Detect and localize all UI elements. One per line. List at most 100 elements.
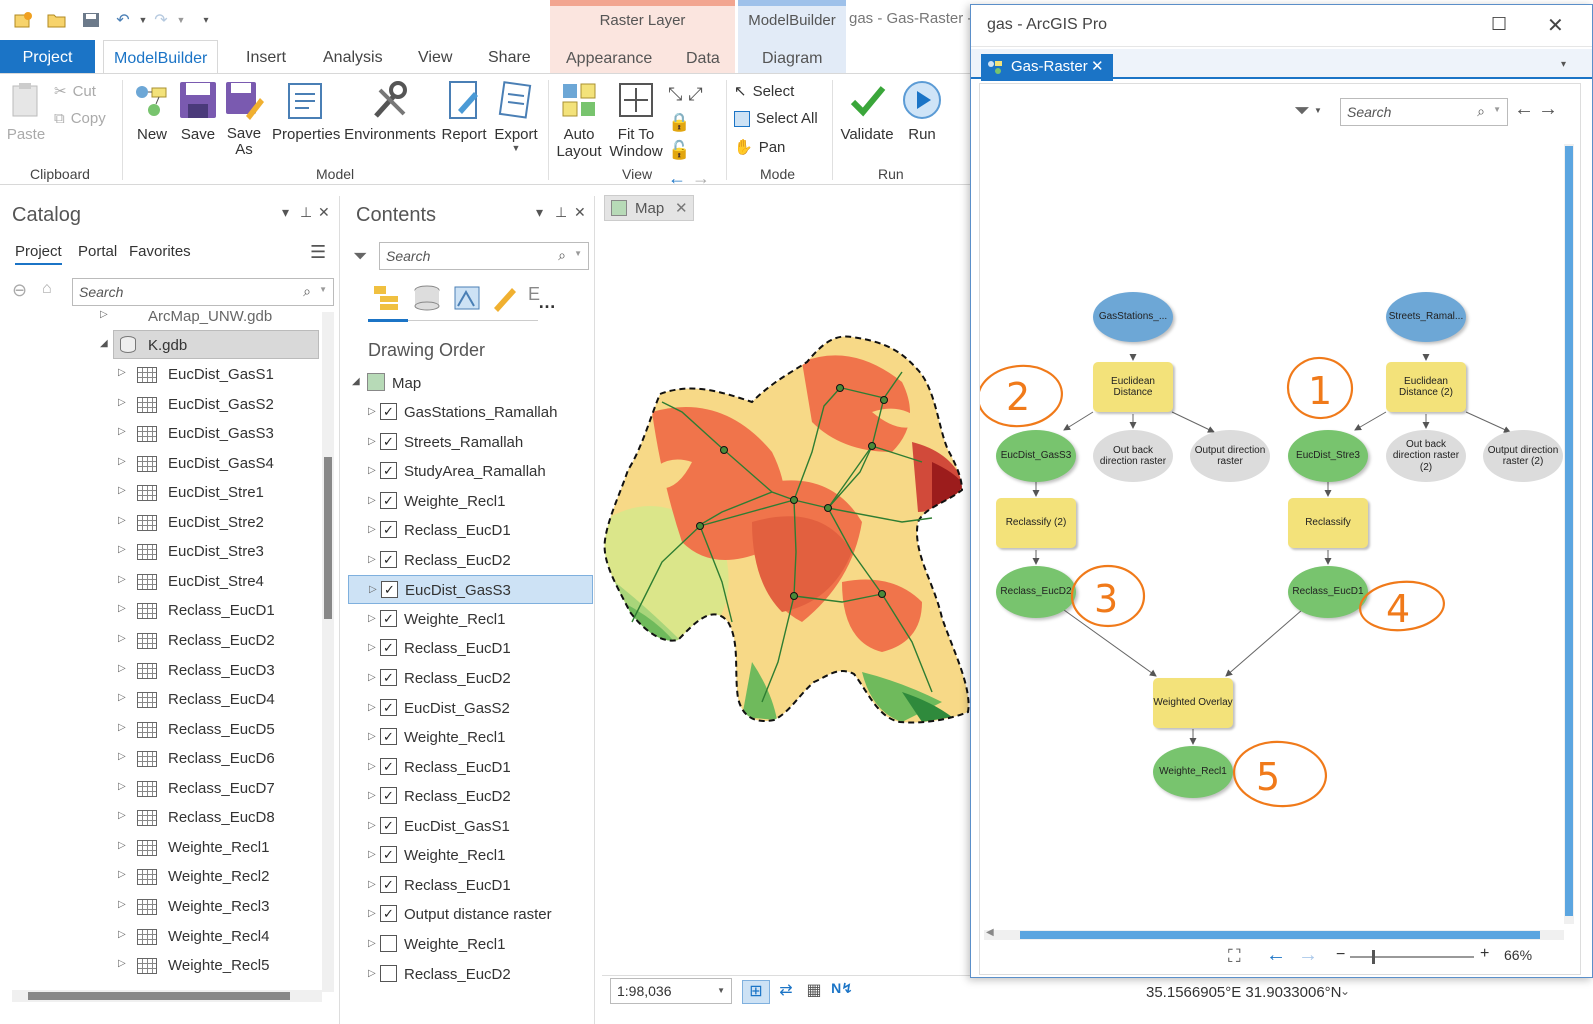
expand-icon[interactable]: ▷: [118, 929, 126, 940]
expand-icon[interactable]: ▷: [118, 544, 126, 555]
catalog-item[interactable]: ▷ Weighte_Recl2: [0, 862, 322, 891]
search-icon[interactable]: ⌕: [558, 247, 566, 264]
new-model-button[interactable]: New: [130, 80, 174, 143]
canvas-vertical-scrollbar[interactable]: [1564, 144, 1574, 924]
expand-icon[interactable]: ▷: [368, 406, 376, 417]
tab-insert[interactable]: Insert: [236, 40, 296, 73]
layer-row[interactable]: ▷ ✓ Streets_Ramallah: [348, 428, 593, 457]
unlock-icon[interactable]: 🔓: [668, 140, 696, 160]
close-tab-icon[interactable]: ✕: [1091, 57, 1104, 75]
scrollbar-thumb[interactable]: [1565, 146, 1573, 916]
expand-icon[interactable]: ▷: [118, 869, 126, 880]
catalog-tab-portal[interactable]: Portal: [78, 243, 117, 260]
layer-visibility-checkbox[interactable]: ✓: [380, 609, 397, 627]
layer-visibility-checkbox[interactable]: ✓: [381, 581, 398, 599]
tab-list-icon[interactable]: ▾: [1561, 59, 1566, 70]
catalog-horizontal-scrollbar[interactable]: [12, 990, 322, 1002]
pane-menu-icon[interactable]: ▾: [282, 204, 289, 221]
expand-icon[interactable]: ▷: [368, 790, 376, 801]
zoom-in-icon[interactable]: +: [1480, 945, 1489, 963]
layer-visibility-checkbox[interactable]: [380, 934, 397, 952]
layer-visibility-checkbox[interactable]: ✓: [380, 846, 397, 864]
layer-row[interactable]: ▷ ✓ Output distance raster: [348, 900, 593, 929]
layer-visibility-checkbox[interactable]: ✓: [380, 521, 397, 539]
layer-row[interactable]: ▷ ✓ Reclass_EucD2: [348, 782, 593, 811]
expand-icon[interactable]: ▷: [368, 849, 376, 860]
catalog-item[interactable]: ▷ Reclass_EucD4: [0, 685, 322, 714]
expand-icon[interactable]: ▷: [118, 515, 126, 526]
expand-icon[interactable]: ▷: [118, 899, 126, 910]
home-icon[interactable]: ⌂: [42, 280, 52, 298]
expand-icon[interactable]: ▷: [118, 456, 126, 467]
layer-row[interactable]: ▷ ✓ Weighte_Recl1: [348, 605, 593, 634]
expand-icon[interactable]: ▷: [118, 692, 126, 703]
catalog-item[interactable]: ▷ EucDist_GasS4: [0, 449, 322, 478]
expand-icon[interactable]: ▷: [118, 633, 126, 644]
layer-visibility-checkbox[interactable]: ✓: [380, 668, 397, 686]
catalog-item[interactable]: ▷ Weighte_Recl5: [0, 951, 322, 980]
catalog-item[interactable]: ▷ EucDist_Stre2: [0, 508, 322, 537]
expand-icon[interactable]: ▷: [118, 781, 126, 792]
layer-row[interactable]: ▷ ✓ Reclass_EucD2: [348, 546, 593, 575]
layer-row[interactable]: ▷ ✓ Reclass_EucD1: [348, 634, 593, 663]
layer-visibility-checkbox[interactable]: ✓: [380, 491, 397, 509]
run-button[interactable]: Run: [900, 80, 944, 143]
properties-button[interactable]: Properties: [272, 80, 340, 143]
zoom-out-icon[interactable]: −: [1336, 946, 1345, 964]
list-by-drawing-order-icon[interactable]: [372, 284, 402, 315]
zoom-level[interactable]: 66%: [1504, 947, 1532, 963]
catalog-tab-project[interactable]: Project: [15, 243, 62, 265]
expand-icon[interactable]: ▷: [368, 642, 376, 653]
model-tab-gas-raster[interactable]: Gas-Raster ✕: [981, 54, 1113, 81]
catalog-item[interactable]: ▷ Reclass_EucD5: [0, 715, 322, 744]
undo-icon[interactable]: ↶: [112, 10, 134, 30]
layer-row[interactable]: ▷ ✓ Weighte_Recl1: [348, 841, 593, 870]
expand-icon[interactable]: ▷: [118, 603, 126, 614]
zoom-slider-thumb[interactable]: [1372, 950, 1375, 964]
fit-to-window-button[interactable]: Fit To Window: [606, 80, 666, 160]
tab-analysis[interactable]: Analysis: [313, 40, 393, 73]
catalog-item[interactable]: ▷ EucDist_Stre1: [0, 478, 322, 507]
expand-icon[interactable]: ▷: [118, 840, 126, 851]
layer-row[interactable]: ▷ Reclass_EucD2: [348, 960, 593, 989]
map-view-tab[interactable]: Map ✕: [604, 195, 694, 221]
catalog-item[interactable]: ▷ Reclass_EucD1: [0, 596, 322, 625]
next-extent-icon[interactable]: →: [692, 168, 716, 188]
expand-icon[interactable]: ▷: [369, 584, 377, 595]
expand-icon[interactable]: ▷: [368, 702, 376, 713]
list-by-editing-icon[interactable]: [490, 284, 520, 315]
coordinates-dropdown-icon[interactable]: ⌄: [1340, 984, 1350, 998]
tab-share[interactable]: Share: [478, 40, 541, 73]
zoom-slider[interactable]: [1350, 950, 1474, 964]
expand-icon[interactable]: ▷: [368, 761, 376, 772]
new-project-icon[interactable]: [12, 10, 34, 30]
layer-row[interactable]: ▷ ✓ EucDist_GasS3: [348, 575, 593, 605]
expand-icon[interactable]: ▷: [368, 465, 376, 476]
catalog-item[interactable]: ▷ Weighte_Recl1: [0, 833, 322, 862]
expand-icon[interactable]: ▷: [118, 722, 126, 733]
layer-visibility-checkbox[interactable]: ✓: [380, 550, 397, 568]
close-icon[interactable]: ✕: [574, 204, 586, 221]
layer-row[interactable]: ▷ ✓ Weighte_Recl1: [348, 723, 593, 752]
expand-icon[interactable]: ▷: [118, 663, 126, 674]
catalog-item[interactable]: ▷ Weighte_Recl3: [0, 892, 322, 921]
tree-item-kgdb[interactable]: ◢ K.gdb: [100, 330, 319, 359]
validate-button[interactable]: Validate: [838, 80, 896, 143]
list-by-source-icon[interactable]: [412, 284, 442, 315]
catalog-item[interactable]: ▷ EucDist_Stre3: [0, 537, 322, 566]
select-all-button[interactable]: Select All: [734, 110, 818, 127]
scrollbar-thumb[interactable]: [1020, 931, 1540, 939]
pin-icon[interactable]: ⊥: [300, 204, 312, 221]
model-canvas[interactable]: ⏷ ▼ Search ⌕ ▼ ← → GasStations_... Stree…: [979, 83, 1581, 975]
more-options-icon[interactable]: …: [538, 292, 556, 313]
layer-row[interactable]: ▷ ✓ Reclass_EucD1: [348, 516, 593, 545]
expand-icon[interactable]: ▷: [368, 879, 376, 890]
expand-icon[interactable]: ▷: [100, 309, 108, 320]
north-arrow-icon[interactable]: N↯: [830, 980, 854, 1004]
catalog-vertical-scrollbar[interactable]: [322, 312, 334, 992]
zoom-in-icon[interactable]: ⤡: [668, 84, 688, 104]
grid-icon[interactable]: ▦: [802, 980, 826, 1004]
search-dropdown-icon[interactable]: ▼: [319, 285, 327, 294]
layer-row[interactable]: ▷ ✓ Reclass_EucD1: [348, 753, 593, 782]
catalog-item[interactable]: ▷ EucDist_GasS2: [0, 390, 322, 419]
